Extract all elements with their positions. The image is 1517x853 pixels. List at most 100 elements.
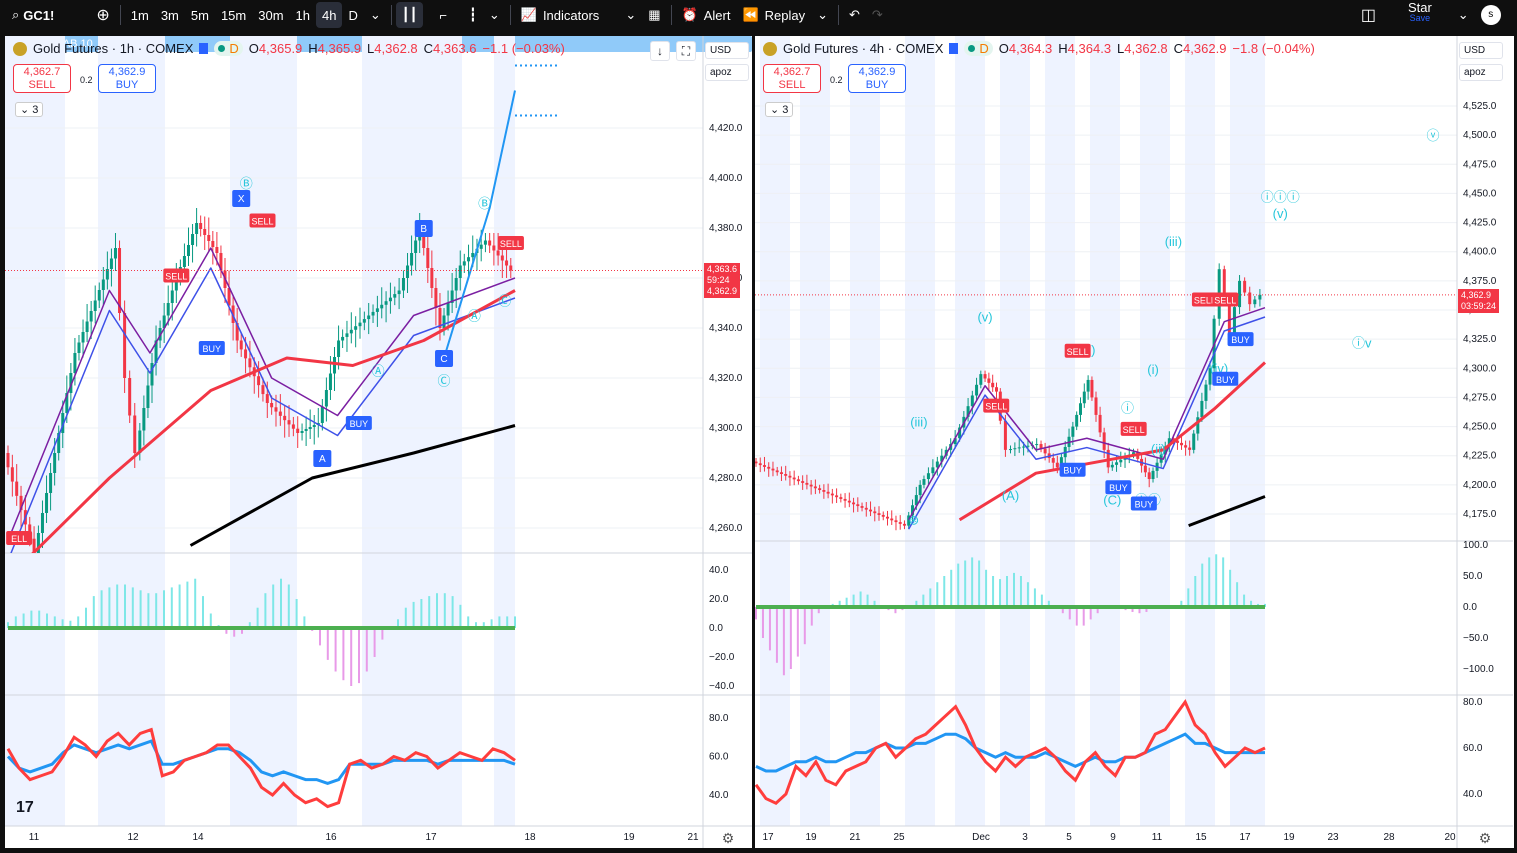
price-tag-line: 59:24 xyxy=(707,275,730,285)
rsi-axis-label: 60.0 xyxy=(1463,743,1483,754)
candle xyxy=(49,473,53,493)
osc-axis-label: −20.0 xyxy=(709,652,735,663)
layout-button[interactable]: ▦ xyxy=(642,2,666,28)
fullscreen-button[interactable]: ⛶ xyxy=(676,41,696,61)
price-axis-label: 4,300.0 xyxy=(1463,363,1497,374)
chart-pane-1h[interactable]: XABCⒷⒶⒸⒶⒸⒶⒷⒸSELLBUYSELLBUYSELLELL4,420.0… xyxy=(5,36,752,848)
candle xyxy=(410,253,414,266)
buy-button[interactable]: 4,362.9 BUY xyxy=(98,64,156,93)
sell-price: 4,362.7 xyxy=(23,66,61,78)
layout-split-button[interactable]: ◫ xyxy=(1355,2,1382,28)
interval-30m[interactable]: 30m xyxy=(252,2,289,28)
candle xyxy=(864,507,868,510)
scale-select[interactable]: apoz xyxy=(705,64,749,81)
buy-button[interactable]: 4,362.9 BUY xyxy=(848,64,906,93)
candle xyxy=(274,407,278,412)
sell-button[interactable]: 4,362.7 SELL xyxy=(13,64,71,93)
symbol-title[interactable]: Gold Futures · 4h · COMEX xyxy=(783,41,943,56)
data-status-badge: D xyxy=(214,41,243,56)
chart-pane-4h[interactable]: (iii)(v)(A)(B)(C)ⓘ(i)(ii)ⓘⓘ(iii)(iv)ⓘⓘⓘ(… xyxy=(755,36,1514,848)
chart-type-line-break[interactable]: ⌐ xyxy=(433,2,453,28)
candle xyxy=(170,290,174,303)
candle xyxy=(97,290,101,301)
candle xyxy=(1035,444,1039,446)
replay-dropdown[interactable]: ⌄ xyxy=(811,2,834,28)
time-axis-label: 25 xyxy=(893,832,905,843)
candle xyxy=(1243,280,1247,293)
candle xyxy=(1248,292,1252,305)
candle xyxy=(796,479,800,482)
indicators-button[interactable]: 📈 Indicators xyxy=(515,2,606,28)
price-axis-label: 4,320.0 xyxy=(709,373,743,384)
time-axis-label: 21 xyxy=(687,832,699,843)
flag-icon[interactable] xyxy=(199,43,209,54)
chart-canvas[interactable]: XABCⒷⒶⒸⒶⒸⒶⒷⒸSELLBUYSELLBUYSELLELL4,420.0… xyxy=(5,36,752,848)
settings-gear-icon[interactable]: ⚙ xyxy=(722,830,735,846)
ohlc-o: O4,365.9 xyxy=(249,41,303,56)
replay-button[interactable]: ⏪ Replay xyxy=(736,2,811,28)
candle xyxy=(1102,432,1106,450)
price-axis-label: 4,420.0 xyxy=(709,123,743,134)
tradingview-logo[interactable]: 17 xyxy=(16,799,34,816)
interval-D[interactable]: D xyxy=(342,2,363,28)
chevron-down-icon: ⌄ xyxy=(1457,7,1469,22)
alert-button[interactable]: ⏰ Alert xyxy=(676,2,737,28)
indicators-dropdown[interactable]: ⌄ xyxy=(619,2,642,28)
scroll-to-latest-button[interactable]: ↓ xyxy=(650,41,670,61)
candle xyxy=(101,279,105,290)
candle xyxy=(287,420,291,425)
candle xyxy=(818,488,822,491)
interval-3m[interactable]: 3m xyxy=(155,2,185,28)
sell-label: SELL xyxy=(28,79,56,91)
chart-canvas[interactable]: (iii)(v)(A)(B)(C)ⓘ(i)(ii)ⓘⓘ(iii)(iv)ⓘⓘⓘ(… xyxy=(755,36,1514,848)
interval-1m[interactable]: 1m xyxy=(125,2,155,28)
candle xyxy=(458,265,462,278)
scale-select[interactable]: apoz xyxy=(1459,64,1503,81)
chart-type-candles[interactable]: ┃┃ xyxy=(395,2,424,28)
candle xyxy=(1003,420,1007,450)
symbol-search[interactable]: ⌕ GC1! xyxy=(6,2,60,28)
candle xyxy=(244,349,248,359)
interval-15m[interactable]: 15m xyxy=(215,2,252,28)
save-layout-button[interactable]: Star Save xyxy=(1402,1,1438,28)
candle xyxy=(354,326,358,330)
symbol-title[interactable]: Gold Futures · 1h · COMEX xyxy=(33,41,193,56)
chevron-down-icon: ⌄ xyxy=(369,7,381,22)
interval-dropdown[interactable]: ⌄ xyxy=(364,2,387,28)
status-dot xyxy=(218,45,226,52)
currency-select[interactable]: USD xyxy=(705,42,749,59)
candle xyxy=(397,290,401,295)
candle xyxy=(45,493,49,513)
candle xyxy=(779,472,783,475)
fullscreen-icon: ⛶ xyxy=(681,44,691,58)
interval-4h[interactable]: 4h xyxy=(316,2,343,28)
session-band xyxy=(362,36,395,826)
candle xyxy=(931,467,935,474)
chart-type-dropdown[interactable]: ⌄ xyxy=(483,2,506,28)
flag-icon[interactable] xyxy=(949,43,959,54)
symbol-label: GC1! xyxy=(23,7,55,23)
interval-1h[interactable]: 1h xyxy=(290,2,316,28)
sell-button[interactable]: 4,362.7 SELL xyxy=(763,64,821,93)
save-label: Save xyxy=(1409,13,1431,23)
avatar[interactable]: s xyxy=(1480,5,1501,25)
candle xyxy=(265,394,269,403)
collapse-indicators-button[interactable]: ⌄ 3 xyxy=(765,102,794,117)
price-change: −1.8 (−0.04%) xyxy=(1232,41,1315,56)
redo-button[interactable]: ↷ xyxy=(866,2,889,28)
candle xyxy=(918,484,922,496)
collapse-indicators-button[interactable]: ⌄ 3 xyxy=(15,102,44,117)
price-change: −1.1 (−0.03%) xyxy=(482,41,565,56)
replay-label: Replay xyxy=(764,7,806,23)
currency-select[interactable]: USD xyxy=(1459,42,1503,59)
candle xyxy=(40,513,44,533)
undo-button[interactable]: ↶ xyxy=(843,2,866,28)
interval-5m[interactable]: 5m xyxy=(185,2,215,28)
compare-symbol-button[interactable]: ⊕ xyxy=(90,2,115,28)
settings-gear-icon[interactable]: ⚙ xyxy=(1479,830,1492,846)
candle xyxy=(261,385,265,395)
candle xyxy=(775,470,779,473)
ohlc-o: O4,364.3 xyxy=(999,41,1053,56)
chart-type-bars[interactable]: ┇ xyxy=(463,2,483,28)
save-dropdown[interactable]: ⌄ xyxy=(1452,2,1475,28)
